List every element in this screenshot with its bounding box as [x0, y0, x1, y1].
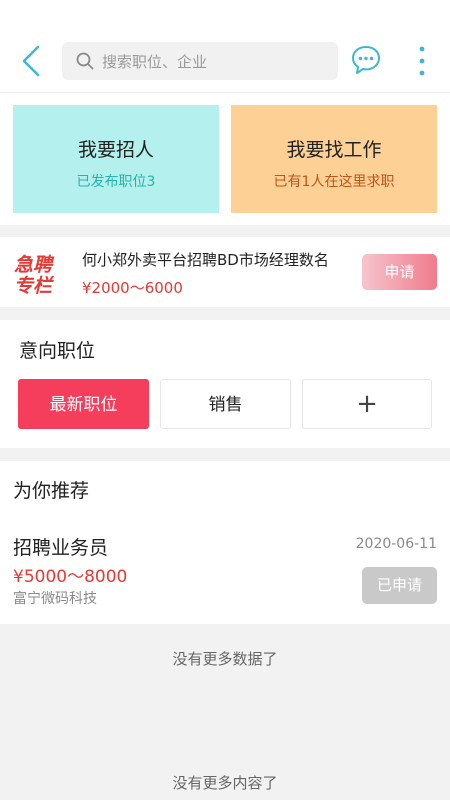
find-job-card-subtitle: 已有1人在这里求职: [273, 174, 395, 190]
logo-line-2: 专栏: [14, 275, 55, 295]
find-job-card[interactable]: 我要找工作 已有1人在这里求职: [231, 105, 437, 213]
applied-button: 已申请: [362, 567, 437, 604]
search-input[interactable]: 搜索职位、企业: [62, 42, 338, 80]
role-cards: 我要招人 已发布职位3 我要找工作 已有1人在这里求职: [0, 93, 450, 225]
back-arrow-icon[interactable]: [14, 44, 48, 78]
hire-card[interactable]: 我要招人 已发布职位3: [13, 105, 219, 213]
hire-card-subtitle: 已发布职位3: [76, 174, 156, 190]
job-company: 富宁微码科技: [13, 591, 97, 607]
no-more-data-text: 没有更多数据了: [172, 650, 278, 668]
job-salary: ¥5000～8000: [13, 567, 128, 587]
message-icon[interactable]: [350, 44, 382, 76]
urgent-job-title[interactable]: 何小郑外卖平台招聘BD市场经理数名: [82, 249, 329, 270]
chip-latest-positions[interactable]: 最新职位: [18, 379, 149, 429]
urgent-job-salary: ¥2000～6000: [82, 279, 183, 297]
search-icon: [76, 52, 94, 70]
section-heading: 意向职位: [19, 340, 96, 362]
intended-positions-section: 意向职位 最新职位 销售 +: [0, 320, 450, 448]
job-date: 2020-06-11: [355, 536, 437, 552]
add-position-button[interactable]: +: [302, 379, 432, 429]
hire-card-title: 我要招人: [77, 139, 154, 161]
job-title[interactable]: 招聘业务员: [13, 533, 108, 560]
recommended-section: 为你推荐 招聘业务员 2020-06-11 ¥5000～8000 富宁微码科技 …: [0, 461, 450, 624]
logo-line-1: 急聘: [14, 254, 55, 276]
chip-sales[interactable]: 销售: [160, 379, 291, 429]
more-vertical-icon[interactable]: [412, 44, 432, 78]
urgent-hiring-logo: 急聘 专栏: [14, 254, 55, 295]
apply-button[interactable]: 申请: [362, 254, 437, 290]
top-bar: 搜索职位、企业: [0, 0, 450, 93]
find-job-card-title: 我要找工作: [286, 139, 382, 161]
urgent-hiring-banner[interactable]: 急聘 专栏 何小郑外卖平台招聘BD市场经理数名 ¥2000～6000 申请: [0, 237, 450, 307]
section-heading: 为你推荐: [13, 480, 90, 502]
no-more-content-text: 没有更多内容了: [172, 774, 278, 792]
search-placeholder: 搜索职位、企业: [102, 53, 208, 71]
